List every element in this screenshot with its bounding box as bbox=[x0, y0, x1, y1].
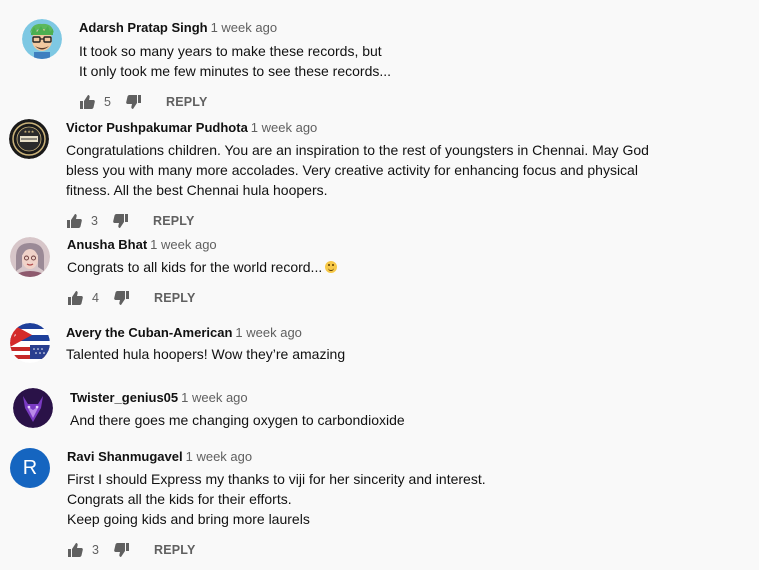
badge-emblem-avatar-icon[interactable]: ★★★ bbox=[9, 119, 49, 159]
thumbs-down-icon[interactable] bbox=[126, 94, 142, 110]
photo-avatar-icon[interactable] bbox=[10, 237, 50, 277]
author-name[interactable]: Anusha Bhat bbox=[67, 237, 147, 252]
timestamp[interactable]: 1 week ago bbox=[235, 325, 302, 340]
thumbs-down-icon[interactable] bbox=[114, 290, 130, 306]
thumbs-up-icon[interactable] bbox=[67, 542, 83, 558]
thumbs-down-icon[interactable] bbox=[114, 542, 130, 558]
thumbs-up-icon[interactable] bbox=[66, 213, 82, 229]
smile-emoji-icon bbox=[325, 261, 338, 273]
svg-text:★★★: ★★★ bbox=[24, 129, 35, 134]
comment-header: Ravi Shanmugavel 1 week ago bbox=[67, 449, 252, 464]
cartoon-boy-avatar-icon[interactable] bbox=[22, 19, 62, 59]
comment-header: Adarsh Pratap Singh 1 week ago bbox=[79, 20, 277, 35]
timestamp[interactable]: 1 week ago bbox=[181, 390, 248, 405]
comment-header: Avery the Cuban-American 1 week ago bbox=[66, 325, 302, 340]
comment-text: First I should Express my thanks to viji… bbox=[67, 471, 486, 527]
comment-header: Twister_genius05 1 week ago bbox=[70, 390, 248, 405]
like-count: 3 bbox=[92, 543, 99, 557]
comment-header: Anusha Bhat 1 week ago bbox=[67, 237, 217, 252]
timestamp[interactable]: 1 week ago bbox=[251, 120, 318, 135]
timestamp[interactable]: 1 week ago bbox=[186, 449, 253, 464]
thumbs-up-icon[interactable] bbox=[67, 290, 83, 306]
reply-button[interactable]: REPLY bbox=[154, 291, 196, 305]
purple-wolf-avatar-icon[interactable] bbox=[13, 388, 53, 428]
comment-text: And there goes me changing oxygen to car… bbox=[70, 412, 405, 428]
like-count: 3 bbox=[91, 214, 98, 228]
comment-text: It took so many years to make these reco… bbox=[79, 43, 392, 79]
reply-button[interactable]: REPLY bbox=[166, 95, 208, 109]
comment-text-content: Congrats to all kids for the world recor… bbox=[67, 259, 323, 275]
thumbs-up-icon[interactable] bbox=[79, 94, 95, 110]
like-count: 4 bbox=[92, 291, 99, 305]
comment-header: Victor Pushpakumar Pudhota 1 week ago bbox=[66, 120, 317, 135]
author-name[interactable]: Ravi Shanmugavel bbox=[67, 449, 183, 464]
author-name[interactable]: Twister_genius05 bbox=[70, 390, 178, 405]
like-count: 5 bbox=[104, 95, 111, 109]
flag-avatar-icon[interactable] bbox=[10, 323, 50, 363]
comment-text: Talented hula hoopers! Wow they’re amazi… bbox=[66, 346, 346, 362]
timestamp[interactable]: 1 week ago bbox=[150, 237, 217, 252]
author-name[interactable]: Adarsh Pratap Singh bbox=[79, 20, 208, 35]
comment-text: Congrats to all kids for the world recor… bbox=[67, 257, 687, 277]
thumbs-down-icon[interactable] bbox=[113, 213, 129, 229]
reply-button[interactable]: REPLY bbox=[154, 543, 196, 557]
comment-text: Congratulations children. You are an ins… bbox=[66, 142, 649, 198]
timestamp[interactable]: 1 week ago bbox=[211, 20, 278, 35]
author-name[interactable]: Victor Pushpakumar Pudhota bbox=[66, 120, 248, 135]
author-name[interactable]: Avery the Cuban-American bbox=[66, 325, 232, 340]
letter-avatar-icon[interactable]: R bbox=[10, 448, 50, 488]
avatar-letter: R bbox=[22, 456, 38, 479]
reply-button[interactable]: REPLY bbox=[153, 214, 195, 228]
